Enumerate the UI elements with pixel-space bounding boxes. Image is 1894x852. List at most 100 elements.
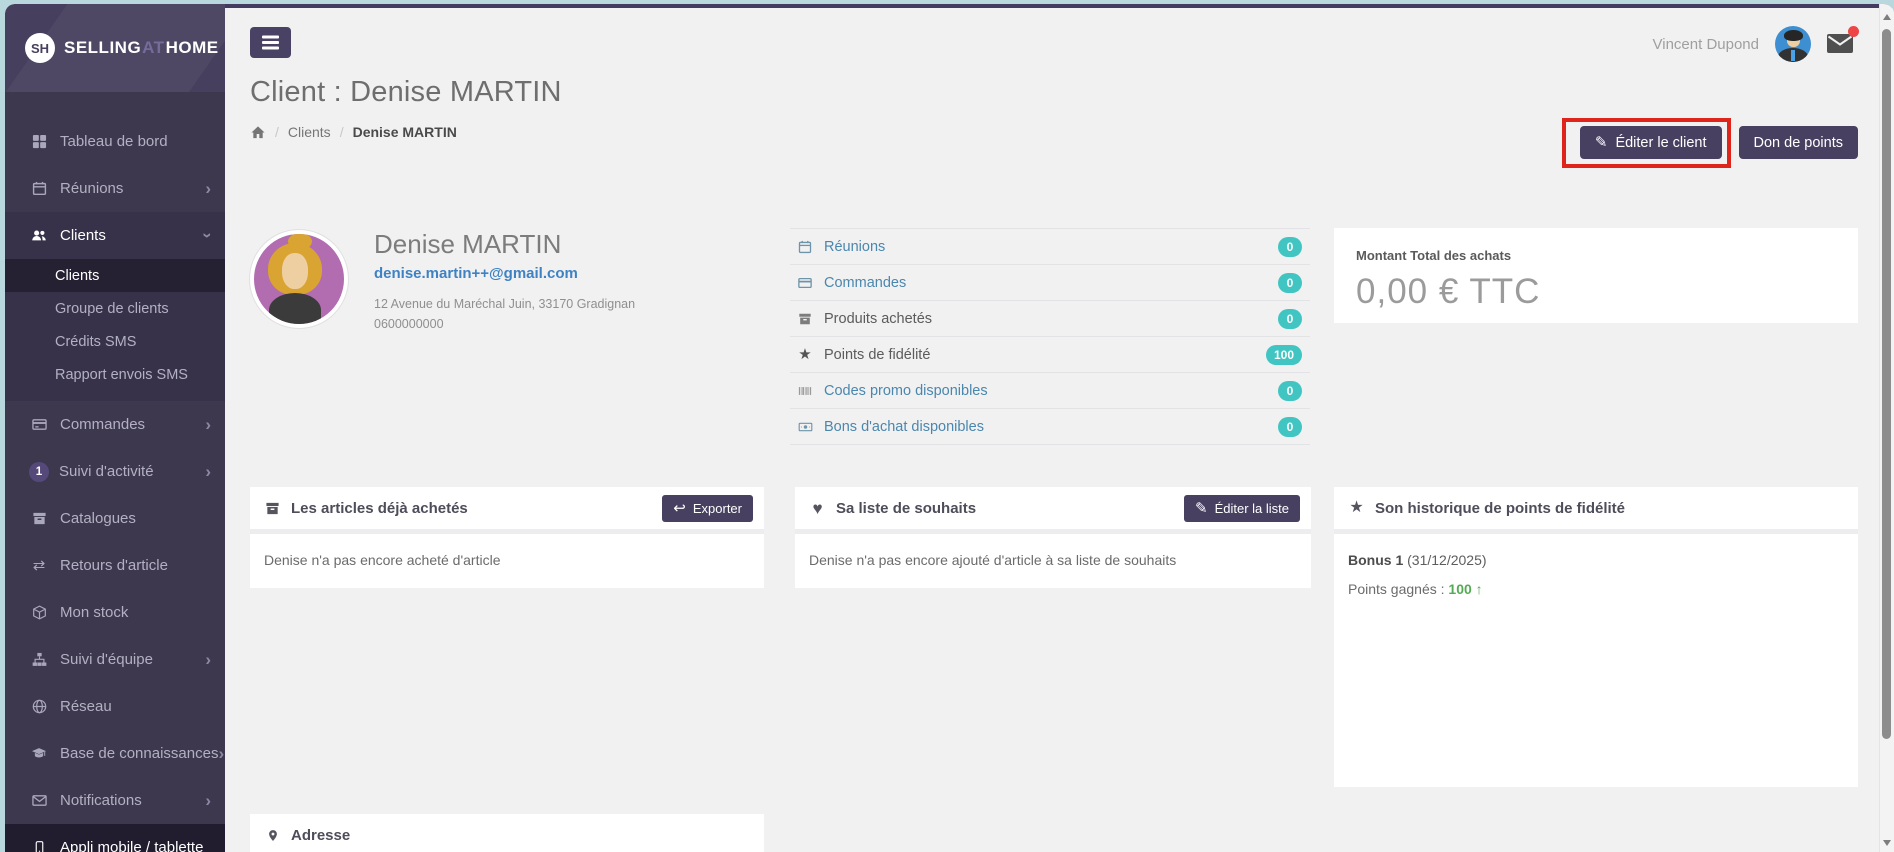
- total-purchases-card: Montant Total des achats 0,00 € TTC: [1334, 228, 1858, 323]
- sidebar-item-suivi-equipe[interactable]: Suivi d'équipe ›: [5, 636, 225, 683]
- dashboard-icon: [30, 134, 48, 150]
- pencil-icon: ✎: [1195, 501, 1208, 516]
- export-button[interactable]: ↩ Exporter: [662, 495, 753, 522]
- client-stats-list: Réunions 0 Commandes 0 Produits achetés …: [790, 228, 1310, 445]
- sidebar-item-appli-mobile[interactable]: Appli mobile / tablette: [5, 824, 225, 852]
- breadcrumb: / Clients / Denise MARTIN: [250, 124, 562, 140]
- star-icon: ★: [796, 347, 814, 362]
- wishlist-card: ♥ Sa liste de souhaits ✎ Éditer la liste…: [795, 487, 1311, 588]
- sidebar-item-reunions[interactable]: Réunions ›: [5, 165, 225, 212]
- breadcrumb-current: Denise MARTIN: [353, 124, 457, 140]
- stat-points-fidelite: ★ Points de fidélité 100: [790, 337, 1310, 373]
- empty-message: Denise n'a pas encore ajouté d'article à…: [795, 534, 1311, 588]
- user-name[interactable]: Vincent Dupond: [1653, 36, 1759, 53]
- card-title: Adresse: [291, 827, 753, 844]
- sidebar-subitem-groupe-de-clients[interactable]: Groupe de clients: [5, 292, 225, 325]
- stat-bons-achat[interactable]: Bons d'achat disponibles 0: [790, 409, 1310, 445]
- mobile-icon: [30, 840, 48, 852]
- home-icon[interactable]: [250, 125, 266, 140]
- loyalty-entry: Bonus 1 (31/12/2025): [1348, 552, 1844, 568]
- sidebar-item-catalogues[interactable]: Catalogues: [5, 495, 225, 542]
- chevron-right-icon: ›: [205, 651, 211, 668]
- count-badge: 0: [1278, 273, 1302, 293]
- sidebar-item-tableau-de-bord[interactable]: Tableau de bord: [5, 118, 225, 165]
- count-badge: 0: [1278, 237, 1302, 257]
- logo-icon: SH: [25, 33, 55, 63]
- client-name: Denise MARTIN: [374, 229, 635, 260]
- chevron-right-icon: ›: [205, 180, 211, 197]
- loyalty-history-card: ★ Son historique de points de fidélité B…: [1334, 487, 1858, 787]
- sidebar-subitem-rapport-envois-sms[interactable]: Rapport envois SMS: [5, 358, 225, 391]
- activity-count-badge: 1: [29, 462, 49, 482]
- archive-icon: [264, 501, 281, 516]
- scroll-down-arrow[interactable]: [1883, 840, 1891, 846]
- breadcrumb-separator: /: [275, 124, 279, 140]
- scroll-up-arrow[interactable]: [1883, 14, 1891, 20]
- count-badge: 0: [1278, 381, 1302, 401]
- edit-list-button[interactable]: ✎ Éditer la liste: [1184, 495, 1300, 522]
- sidebar: SH SELLINGATHOME Tableau de bord Réunion…: [5, 4, 225, 852]
- sidebar-toggle-button[interactable]: [250, 27, 291, 58]
- notification-dot: [1848, 26, 1859, 37]
- app-logo[interactable]: SH SELLINGATHOME: [5, 4, 225, 92]
- calendar-icon: [30, 181, 48, 197]
- chevron-down-icon: ›: [200, 233, 217, 239]
- hamburger-icon: [262, 41, 279, 44]
- points-earned: Points gagnés : 100 ↑: [1348, 581, 1844, 597]
- avatar-tie: [1791, 50, 1795, 61]
- chevron-right-icon: ›: [205, 416, 211, 433]
- envelope-icon: [30, 793, 48, 809]
- map-marker-icon: [264, 828, 281, 843]
- cube-icon: [30, 605, 48, 621]
- card-title: Son historique de points de fidélité: [1375, 500, 1847, 517]
- topbar-right: Vincent Dupond: [1653, 26, 1858, 62]
- address-card: Adresse: [250, 814, 764, 852]
- stat-reunions[interactable]: Réunions 0: [790, 228, 1310, 265]
- breadcrumb-clients[interactable]: Clients: [288, 124, 331, 140]
- sidebar-subitem-clients[interactable]: Clients: [5, 259, 225, 292]
- give-points-button[interactable]: Don de points: [1739, 126, 1858, 159]
- stat-produits-achetes: Produits achetés 0: [790, 301, 1310, 337]
- client-info: Denise MARTIN denise.martin++@gmail.com …: [250, 228, 790, 334]
- page-header: Client : Denise MARTIN / Clients / Denis…: [250, 76, 1858, 159]
- stat-codes-promo[interactable]: Codes promo disponibles 0: [790, 373, 1310, 409]
- pencil-icon: ✎: [1595, 135, 1608, 150]
- stat-commandes[interactable]: Commandes 0: [790, 265, 1310, 301]
- heart-icon: ♥: [809, 500, 826, 517]
- client-address: 12 Avenue du Maréchal Juin, 33170 Gradig…: [374, 294, 635, 334]
- total-purchases-label: Montant Total des achats: [1356, 248, 1836, 263]
- sidebar-item-reseau[interactable]: Réseau: [5, 683, 225, 730]
- avatar-hair: [1784, 30, 1803, 41]
- vertical-scrollbar[interactable]: [1879, 4, 1894, 852]
- scrollbar-thumb[interactable]: [1882, 29, 1891, 739]
- sidebar-item-retours-article[interactable]: ⇄ Retours d'article: [5, 542, 225, 589]
- app-window: SH SELLINGATHOME Tableau de bord Réunion…: [5, 4, 1894, 852]
- header-actions: ✎ Éditer le client Don de points: [1580, 126, 1858, 159]
- avatar-face: [282, 253, 308, 289]
- sidebar-subitem-credits-sms[interactable]: Crédits SMS: [5, 325, 225, 358]
- sidebar-item-commandes[interactable]: Commandes ›: [5, 401, 225, 448]
- sidebar-item-notifications[interactable]: Notifications ›: [5, 777, 225, 824]
- client-avatar: [250, 230, 348, 328]
- logo-text: SELLINGATHOME: [64, 38, 219, 58]
- sidebar-item-mon-stock[interactable]: Mon stock: [5, 589, 225, 636]
- archive-icon: [796, 312, 814, 326]
- sidebar-item-clients[interactable]: Clients ›: [5, 212, 225, 259]
- messages-icon[interactable]: [1827, 34, 1854, 54]
- sidebar-item-base-de-connaissances[interactable]: Base de connaissances ›: [5, 730, 225, 777]
- client-email-link[interactable]: denise.martin++@gmail.com: [374, 265, 578, 282]
- exchange-icon: ⇄: [30, 558, 48, 574]
- client-phone: 0600000000: [374, 314, 635, 334]
- sidebar-item-suivi-activite[interactable]: 1 Suivi d'activité ›: [5, 448, 225, 495]
- count-badge: 0: [1278, 417, 1302, 437]
- users-icon: [30, 228, 48, 244]
- user-avatar[interactable]: [1775, 26, 1811, 62]
- edit-client-button[interactable]: ✎ Éditer le client: [1580, 126, 1722, 159]
- archive-icon: [30, 511, 48, 527]
- page-title: Client : Denise MARTIN: [250, 76, 562, 109]
- chevron-right-icon: ›: [205, 792, 211, 809]
- breadcrumb-separator: /: [340, 124, 344, 140]
- chevron-right-icon: ›: [218, 745, 224, 762]
- credit-card-icon: [796, 276, 814, 290]
- graduation-cap-icon: [30, 746, 48, 762]
